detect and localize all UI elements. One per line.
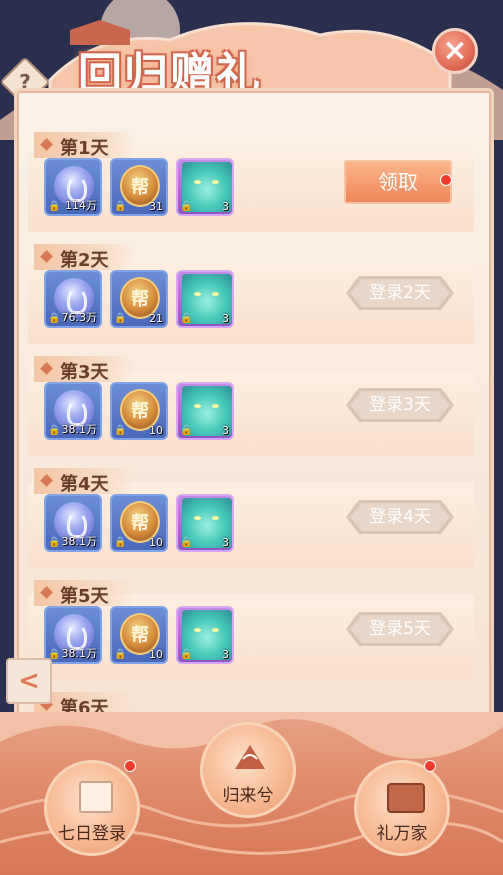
gift-box-icon [79,781,113,813]
close-icon: × [442,33,468,68]
day-label: 第1天 [34,132,134,159]
lock-icon: 🔒 [180,313,193,324]
notification-dot [124,760,136,772]
lock-icon: 🔒 [48,425,61,436]
lock-icon: 🔒 [180,649,193,660]
collapse-arrow-button[interactable]: < [6,658,52,704]
item-quantity: 76.3万 [61,311,98,324]
day-row-3: 第3天 🔒 38.1万 帮 🔒 10 🔒 3 登录3天 [28,356,474,456]
medal-badge-text: 帮 [131,401,149,422]
close-button[interactable]: × [432,28,478,74]
day-label: 第2天 [34,244,134,271]
reward-silver-orb[interactable]: 🔒 76.3万 [44,270,102,328]
login-button-label: 登录3天 [369,395,431,415]
medal-badge-text: 帮 [131,625,149,646]
item-quantity: 3 [222,424,229,437]
reward-character-portrait[interactable]: 🔒 3 [176,494,234,552]
reward-guild-medal[interactable]: 帮 🔒 10 [110,606,168,664]
item-quantity: 38.1万 [61,423,98,436]
crane-icon [235,745,265,769]
item-quantity: 3 [222,536,229,549]
day-label-text: 第3天 [60,362,109,383]
chevron-left-icon: < [18,666,40,696]
bottom-nav-bar: 七日登录 归来兮 礼万家 [0,712,503,875]
day-label-text: 第4天 [60,474,109,495]
day-row-4: 第4天 🔒 38.1万 帮 🔒 10 🔒 3 登录4天 [28,468,474,568]
login-requirement-button[interactable]: 登录5天 [346,612,454,646]
login-requirement-button[interactable]: 登录3天 [346,388,454,422]
lock-icon: 🔒 [48,201,61,212]
item-quantity: 3 [222,312,229,325]
login-button-label: 登录4天 [369,507,431,527]
item-quantity: 38.1万 [61,647,98,660]
day-row-5: 第5天 🔒 38.1万 帮 🔒 10 🔒 3 登录5天 [28,580,474,680]
login-requirement-button[interactable]: 登录4天 [346,500,454,534]
login-button-label: 登录2天 [369,283,431,303]
medal-badge-text: 帮 [131,289,149,310]
notification-dot [424,760,436,772]
day-label: 第3天 [34,356,134,383]
item-quantity: 3 [222,648,229,661]
login-button-label: 登录5天 [369,619,431,639]
lock-icon: 🔒 [48,537,61,548]
day-row-2: 第2天 🔒 76.3万 帮 🔒 21 🔒 3 登录2天 [28,244,474,344]
lock-icon: 🔒 [114,201,127,212]
medal-badge-text: 帮 [131,513,149,534]
reward-silver-orb[interactable]: 🔒 38.1万 [44,494,102,552]
reward-guild-medal[interactable]: 帮 🔒 31 [110,158,168,216]
claim-button-label: 领取 [378,170,418,194]
reward-silver-orb[interactable]: 🔒 38.1万 [44,382,102,440]
diamond-icon [40,586,53,599]
diamond-icon [40,362,53,375]
day-row-1: 第1天 🔒 114万 帮 🔒 31 🔒 3 领取 [28,132,474,232]
lock-icon: 🔒 [180,537,193,548]
day-label-text: 第5天 [60,586,109,607]
day-label-text: 第2天 [60,250,109,271]
item-quantity: 38.1万 [61,535,98,548]
lock-icon: 🔒 [180,425,193,436]
notification-dot [440,174,452,186]
reward-character-portrait[interactable]: 🔒 3 [176,606,234,664]
lock-icon: 🔒 [114,649,127,660]
item-quantity: 10 [149,536,163,549]
treasure-chest-icon [387,783,425,813]
item-quantity: 21 [149,312,163,325]
reward-guild-medal[interactable]: 帮 🔒 10 [110,494,168,552]
reward-character-portrait[interactable]: 🔒 3 [176,158,234,216]
item-quantity: 3 [222,200,229,213]
nav-seven-day-login[interactable]: 七日登录 [44,760,140,856]
nav-return-home[interactable]: 归来兮 [200,722,296,818]
diamond-icon [40,138,53,151]
login-requirement-button[interactable]: 登录2天 [346,276,454,310]
item-quantity: 31 [149,200,163,213]
nav-label: 七日登录 [58,824,126,844]
lock-icon: 🔒 [114,313,127,324]
lock-icon: 🔒 [114,537,127,548]
reward-character-portrait[interactable]: 🔒 3 [176,382,234,440]
lock-icon: 🔒 [48,313,61,324]
item-quantity: 10 [149,648,163,661]
reward-silver-orb[interactable]: 🔒 38.1万 [44,606,102,664]
diamond-icon [40,474,53,487]
nav-label: 归来兮 [222,786,274,806]
reward-guild-medal[interactable]: 帮 🔒 21 [110,270,168,328]
lock-icon: 🔒 [180,201,193,212]
day-label: 第5天 [34,580,134,607]
day-label: 第4天 [34,468,134,495]
nav-label: 礼万家 [376,824,428,844]
diamond-icon [40,250,53,263]
day-label-text: 第1天 [60,138,109,159]
lock-icon: 🔒 [114,425,127,436]
item-quantity: 114万 [65,199,97,212]
reward-character-portrait[interactable]: 🔒 3 [176,270,234,328]
medal-badge-text: 帮 [131,177,149,198]
item-quantity: 10 [149,424,163,437]
claim-button[interactable]: 领取 [344,160,452,204]
reward-guild-medal[interactable]: 帮 🔒 10 [110,382,168,440]
nav-gifts-for-all[interactable]: 礼万家 [354,760,450,856]
reward-silver-orb[interactable]: 🔒 114万 [44,158,102,216]
